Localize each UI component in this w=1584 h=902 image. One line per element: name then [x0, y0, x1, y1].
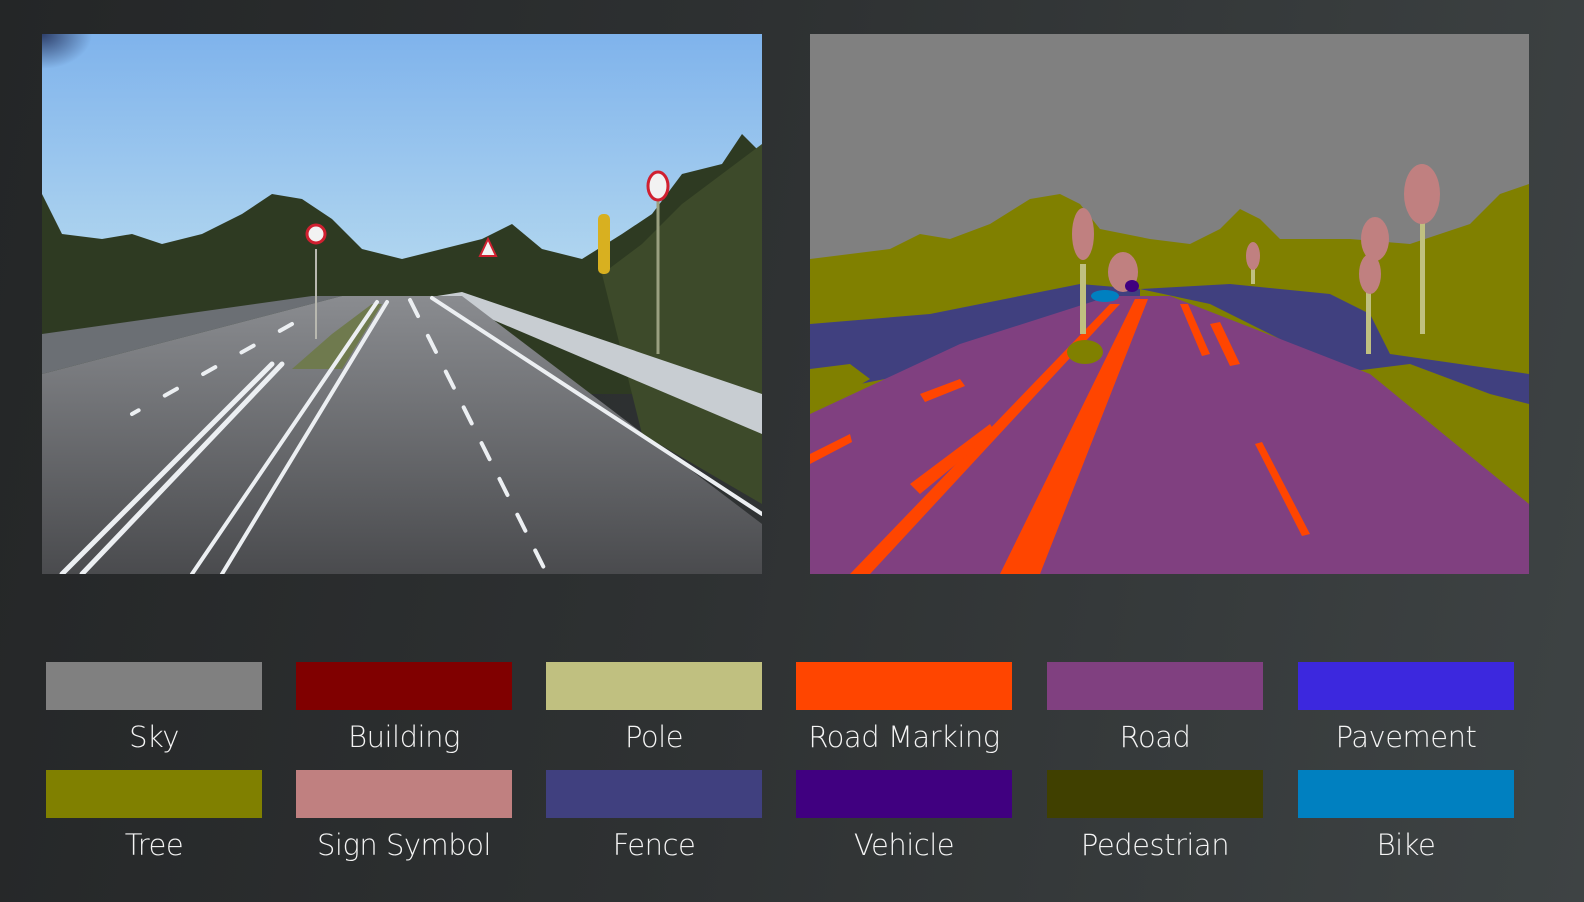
- legend-item-pedestrian: Pedestrian: [1047, 770, 1263, 862]
- legend-label: Sign Symbol: [317, 828, 492, 862]
- legend-label: Pavement: [1335, 720, 1477, 754]
- legend-label: Tree: [124, 828, 184, 862]
- legend-label: Building: [348, 720, 460, 754]
- legend-label: Vehicle: [853, 828, 955, 862]
- legend-item-pavement: Pavement: [1298, 662, 1514, 754]
- legend-label: Road: [1119, 720, 1191, 754]
- photo-vignette: [42, 34, 242, 174]
- segmentation-image: [810, 34, 1529, 574]
- legend-swatch: [796, 662, 1012, 710]
- legend-swatch: [296, 662, 512, 710]
- legend-item-sky: Sky: [46, 662, 262, 754]
- legend-label: Road Marking: [808, 720, 1000, 754]
- segmentation-map: [810, 34, 1529, 574]
- input-photo: [42, 34, 762, 574]
- legend-swatch: [1047, 662, 1263, 710]
- legend-swatch: [46, 662, 262, 710]
- legend-label: Pole: [624, 720, 684, 754]
- legend-item-road: Road: [1047, 662, 1263, 754]
- legend-swatch: [1298, 770, 1514, 818]
- legend-swatch: [1047, 770, 1263, 818]
- legend-label: Sky: [129, 720, 179, 754]
- legend-label: Bike: [1376, 828, 1436, 862]
- legend-swatch: [46, 770, 262, 818]
- legend-item-tree: Tree: [46, 770, 262, 862]
- legend-item-vehicle: Vehicle: [796, 770, 1012, 862]
- legend-swatch: [796, 770, 1012, 818]
- legend-swatch: [296, 770, 512, 818]
- legend-label: Pedestrian: [1080, 828, 1230, 862]
- legend-item-road-marking: Road Marking: [796, 662, 1012, 754]
- legend-item-bike: Bike: [1298, 770, 1514, 862]
- legend-item-fence: Fence: [546, 770, 762, 862]
- legend-item-building: Building: [296, 662, 512, 754]
- legend-item-pole: Pole: [546, 662, 762, 754]
- legend-swatch: [546, 662, 762, 710]
- road-photo: [42, 34, 762, 574]
- legend-item-sign-symbol: Sign Symbol: [296, 770, 512, 862]
- legend-label: Fence: [612, 828, 696, 862]
- legend-swatch: [1298, 662, 1514, 710]
- legend-swatch: [546, 770, 762, 818]
